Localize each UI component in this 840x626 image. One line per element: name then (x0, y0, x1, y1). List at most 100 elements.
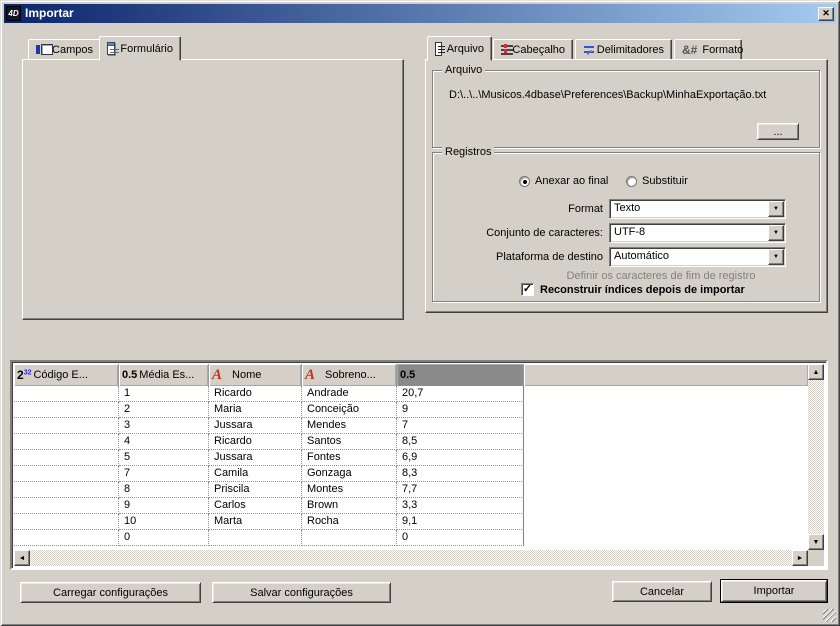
eol-note: Definir os caracteres de fim de registro (521, 270, 801, 282)
column-header[interactable]: 0.5 (397, 364, 524, 386)
table-cell: 4 (119, 434, 209, 450)
charset-value: UTF-8 (610, 224, 767, 242)
alpha-type-icon: A (305, 367, 315, 384)
table-cell: 1 (119, 386, 209, 402)
table-cell: 2 (119, 402, 209, 418)
titlebar: 4D Importar ✕ (4, 4, 836, 23)
table-cell: Carlos (209, 498, 302, 514)
h-scroll-track[interactable] (30, 550, 792, 566)
records-group-title: Registros (442, 146, 494, 158)
v-scrollbar[interactable]: ▲ ▼ (808, 364, 824, 566)
table-cell: Fontes (302, 450, 397, 466)
table-row[interactable]: 2MariaConceição9 (14, 402, 525, 418)
campos-icon (36, 44, 47, 55)
format-select[interactable]: Texto ▼ (609, 199, 786, 219)
radio-replace[interactable]: Substituir (626, 175, 688, 187)
charset-select[interactable]: UTF-8 ▼ (609, 223, 786, 243)
table-cell: Priscila (209, 482, 302, 498)
scroll-left-button[interactable]: ◄ (14, 550, 30, 566)
scroll-left-icon: ◄ (19, 555, 26, 562)
h-scrollbar[interactable]: ◄ ► (14, 550, 808, 566)
close-button[interactable]: ✕ (818, 7, 834, 21)
table-cell (14, 386, 119, 402)
column-header[interactable]: 232Código E... (14, 364, 119, 386)
table-body: 1RicardoAndrade20,72MariaConceição93Juss… (14, 386, 808, 550)
tab-cabecalho[interactable]: Cabeçalho (493, 39, 573, 60)
table-cell: Gonzaga (302, 466, 397, 482)
table-cell (14, 434, 119, 450)
chevron-down-icon[interactable]: ▼ (768, 201, 784, 217)
table-row[interactable]: 5JussaraFontes6,9 (14, 450, 525, 466)
table-header: 232Código E...0.5Média Es...ANomeASobren… (14, 364, 808, 386)
v-scroll-track[interactable] (808, 380, 824, 534)
table-row[interactable]: 1RicardoAndrade20,7 (14, 386, 525, 402)
tab-formato[interactable]: &# Formato (674, 39, 742, 60)
column-header[interactable]: 0.5Média Es... (119, 364, 209, 386)
table-cell: Maria (209, 402, 302, 418)
tab-campos[interactable]: Campos (28, 39, 101, 60)
table-cell: 3 (119, 418, 209, 434)
file-groupbox: Arquivo D:\..\..\Musicos.4dbase\Preferen… (432, 70, 820, 148)
app-icon: 4D (6, 6, 21, 21)
table-cell: 5 (119, 450, 209, 466)
browse-button[interactable]: ... (757, 123, 799, 140)
scroll-down-icon: ▼ (813, 539, 820, 546)
table-cell: Marta (209, 514, 302, 530)
resize-grip[interactable] (823, 609, 836, 622)
chevron-down-icon[interactable]: ▼ (768, 225, 784, 241)
delimiters-icon (583, 44, 592, 56)
tab-delimitadores-label: Delimitadores (597, 44, 664, 56)
cancel-button[interactable]: Cancelar (612, 581, 712, 602)
column-header-label: Código E... (33, 369, 87, 381)
formulario-icon (107, 42, 115, 55)
checkbox-icon: ✓ (521, 283, 534, 296)
header-icon (501, 44, 507, 56)
table-cell (14, 450, 119, 466)
format-label: Format (433, 203, 603, 215)
table-cell (14, 482, 119, 498)
radio-icon (626, 176, 637, 187)
scroll-up-button[interactable]: ▲ (808, 364, 824, 380)
scroll-right-button[interactable]: ► (792, 550, 808, 566)
tab-arquivo[interactable]: Arquivo (427, 36, 492, 61)
table-cell: 0 (119, 530, 209, 546)
scroll-corner (808, 550, 824, 566)
table-cell: Mendes (302, 418, 397, 434)
table-cell: 3,3 (397, 498, 524, 514)
tab-formulario[interactable]: Formulário (99, 36, 181, 61)
save-config-button[interactable]: Salvar configurações (212, 582, 391, 603)
platform-select[interactable]: Automático ▼ (609, 247, 786, 267)
table-cell: Conceição (302, 402, 397, 418)
column-header[interactable]: ASobreno... (302, 364, 397, 386)
table-row[interactable]: 4RicardoSantos8,5 (14, 434, 525, 450)
table-cell: Jussara (209, 418, 302, 434)
real-type-icon: 0.5 (400, 369, 415, 381)
table-cell (14, 418, 119, 434)
import-button[interactable]: Importar (721, 580, 827, 602)
table-cell: Ricardo (209, 386, 302, 402)
format-value: Texto (610, 200, 767, 218)
rebuild-checkbox[interactable]: ✓ Reconstruir índices depois de importar (521, 283, 745, 296)
table-cell: Santos (302, 434, 397, 450)
table-row[interactable]: 8PriscilaMontes7,7 (14, 482, 525, 498)
tab-delimitadores[interactable]: Delimitadores (575, 39, 672, 60)
table-row[interactable]: 10MartaRocha9,1 (14, 514, 525, 530)
table-cell (209, 530, 302, 546)
real-type-icon: 0.5 (122, 369, 137, 381)
tab-cabecalho-label: Cabeçalho (512, 44, 565, 56)
longint-type-icon: 232 (17, 368, 31, 382)
table-row[interactable]: 3JussaraMendes7 (14, 418, 525, 434)
table-row[interactable]: 7CamilaGonzaga8,3 (14, 466, 525, 482)
load-config-button[interactable]: Carregar configurações (20, 582, 201, 603)
table-cell: Ricardo (209, 434, 302, 450)
scroll-down-button[interactable]: ▼ (808, 534, 824, 550)
radio-append[interactable]: Anexar ao final (519, 175, 608, 187)
tab-arquivo-label: Arquivo (447, 43, 484, 55)
tab-formulario-label: Formulário (120, 43, 173, 55)
chevron-down-icon[interactable]: ▼ (768, 249, 784, 265)
file-icon (435, 42, 442, 56)
table-row[interactable]: 9CarlosBrown3,3 (14, 498, 525, 514)
alpha-type-icon: A (212, 367, 222, 384)
column-header[interactable]: ANome (209, 364, 302, 386)
table-row[interactable]: 00 (14, 530, 525, 546)
